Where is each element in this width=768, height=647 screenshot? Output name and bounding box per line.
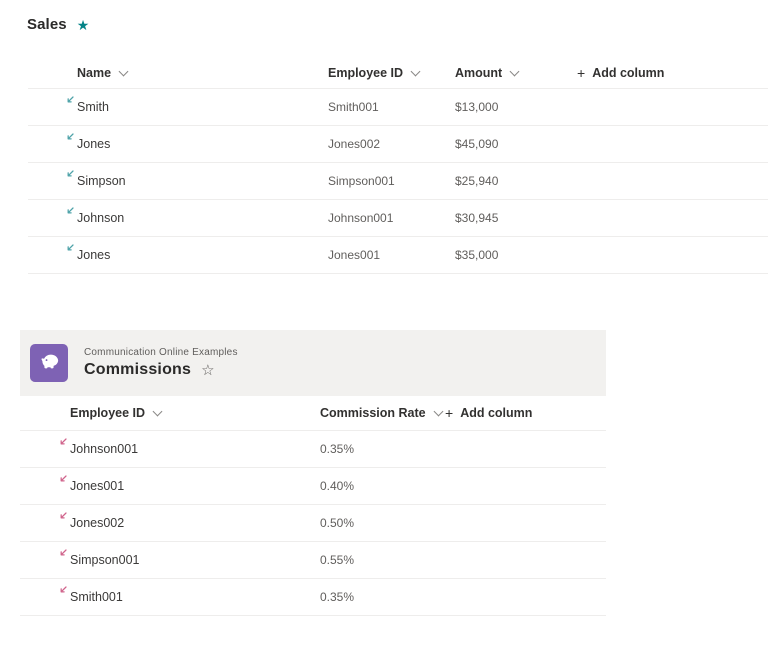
sales-table-row[interactable]: Jones Jones002 $45,090 [28,125,768,162]
sales-table-header: Name Employee ID Amount + Add column [28,58,768,88]
banner-text: Communication Online Examples Commission… [84,347,238,379]
open-item-arrow-icon [58,511,68,521]
column-label: Employee ID [70,406,145,420]
commission-rate-cell: 0.35% [320,590,445,604]
open-item-arrow-icon [65,169,75,179]
sales-column-header-amount[interactable]: Amount [455,66,577,80]
commissions-table-row[interactable]: Johnson001 0.35% [20,430,606,467]
amount-cell: $25,940 [455,174,577,188]
add-column-label: Add column [592,66,664,80]
employee-id-cell: Johnson001 [328,211,455,225]
sales-table-row[interactable]: Smith Smith001 $13,000 [28,88,768,125]
commissions-add-column-button[interactable]: + Add column [445,406,606,421]
commissions-list-title: Commissions [84,361,191,379]
employee-id-cell[interactable]: Smith001 [20,579,320,615]
employee-id-cell[interactable]: Johnson001 [20,431,320,467]
sales-table: Name Employee ID Amount + Add column Smi… [28,58,768,274]
employee-id-cell: Jones002 [328,137,455,151]
commissions-table-header: Employee ID Commission Rate + Add column [20,396,606,430]
name-cell[interactable]: Jones [28,126,328,162]
plus-icon: + [577,65,585,81]
chevron-down-icon [433,407,443,417]
chevron-down-icon [153,407,163,417]
column-label: Name [77,66,111,80]
sales-table-row[interactable]: Jones Jones001 $35,000 [28,236,768,273]
amount-cell: $35,000 [455,248,577,262]
employee-id-cell[interactable]: Simpson001 [20,542,320,578]
name-value: Johnson [77,211,124,225]
sales-column-header-name[interactable]: Name [28,66,328,80]
open-item-arrow-icon [65,132,75,142]
sales-list-title: Sales [27,16,67,33]
open-item-arrow-icon [65,243,75,253]
name-value: Smith [77,100,109,114]
open-item-arrow-icon [58,437,68,447]
chevron-down-icon [411,67,421,77]
amount-cell: $13,000 [455,100,577,114]
commissions-table: Employee ID Commission Rate + Add column… [20,396,606,616]
employee-id-value: Jones001 [70,479,124,493]
site-breadcrumb[interactable]: Communication Online Examples [84,347,238,358]
employee-id-value: Johnson001 [70,442,138,456]
commissions-table-row[interactable]: Jones002 0.50% [20,504,606,541]
column-label: Employee ID [328,66,403,80]
list-app-tile [30,344,68,382]
name-value: Simpson [77,174,126,188]
commissions-table-row[interactable]: Jones001 0.40% [20,467,606,504]
sales-column-header-employee-id[interactable]: Employee ID [328,66,455,80]
name-cell[interactable]: Simpson [28,163,328,199]
commissions-title-row: Commissions ☆ [84,361,238,379]
name-value: Jones [77,248,110,262]
sales-title-row: Sales ★ [27,16,89,33]
name-value: Jones [77,137,110,151]
commission-rate-cell: 0.50% [320,516,445,530]
employee-id-value: Jones002 [70,516,124,530]
name-cell[interactable]: Jones [28,237,328,273]
name-cell[interactable]: Johnson [28,200,328,236]
chevron-down-icon [510,67,520,77]
amount-cell: $45,090 [455,137,577,151]
commissions-list-banner: Communication Online Examples Commission… [20,330,606,396]
sales-table-body: Smith Smith001 $13,000 Jones Jones002 $4… [28,88,768,274]
open-item-arrow-icon [58,474,68,484]
commissions-table-row[interactable]: Smith001 0.35% [20,578,606,615]
commissions-table-row[interactable]: Simpson001 0.55% [20,541,606,578]
open-item-arrow-icon [58,548,68,558]
employee-id-cell: Simpson001 [328,174,455,188]
sales-table-row[interactable]: Simpson Simpson001 $25,940 [28,162,768,199]
name-cell[interactable]: Smith [28,89,328,125]
employee-id-cell: Jones001 [328,248,455,262]
column-label: Amount [455,66,502,80]
open-item-arrow-icon [65,95,75,105]
amount-cell: $30,945 [455,211,577,225]
employee-id-cell: Smith001 [328,100,455,114]
add-column-label: Add column [460,406,532,420]
favorite-star-outline-icon[interactable]: ☆ [201,363,214,378]
open-item-arrow-icon [65,206,75,216]
commissions-table-body: Johnson001 0.35% Jones001 0.40% Jones002… [20,430,606,616]
open-item-arrow-icon [58,585,68,595]
column-label: Commission Rate [320,406,426,420]
commission-rate-cell: 0.40% [320,479,445,493]
commission-rate-cell: 0.55% [320,553,445,567]
plus-icon: + [445,405,453,421]
employee-id-cell[interactable]: Jones001 [20,468,320,504]
employee-id-cell[interactable]: Jones002 [20,505,320,541]
piggy-bank-icon [38,350,60,377]
sales-table-row[interactable]: Johnson Johnson001 $30,945 [28,199,768,236]
employee-id-value: Simpson001 [70,553,140,567]
commission-rate-cell: 0.35% [320,442,445,456]
commissions-column-header-employee-id[interactable]: Employee ID [20,406,320,420]
employee-id-value: Smith001 [70,590,123,604]
sales-add-column-button[interactable]: + Add column [577,66,768,81]
favorite-star-filled-icon[interactable]: ★ [77,18,90,32]
commissions-column-header-commission-rate[interactable]: Commission Rate [320,406,445,420]
chevron-down-icon [119,67,129,77]
